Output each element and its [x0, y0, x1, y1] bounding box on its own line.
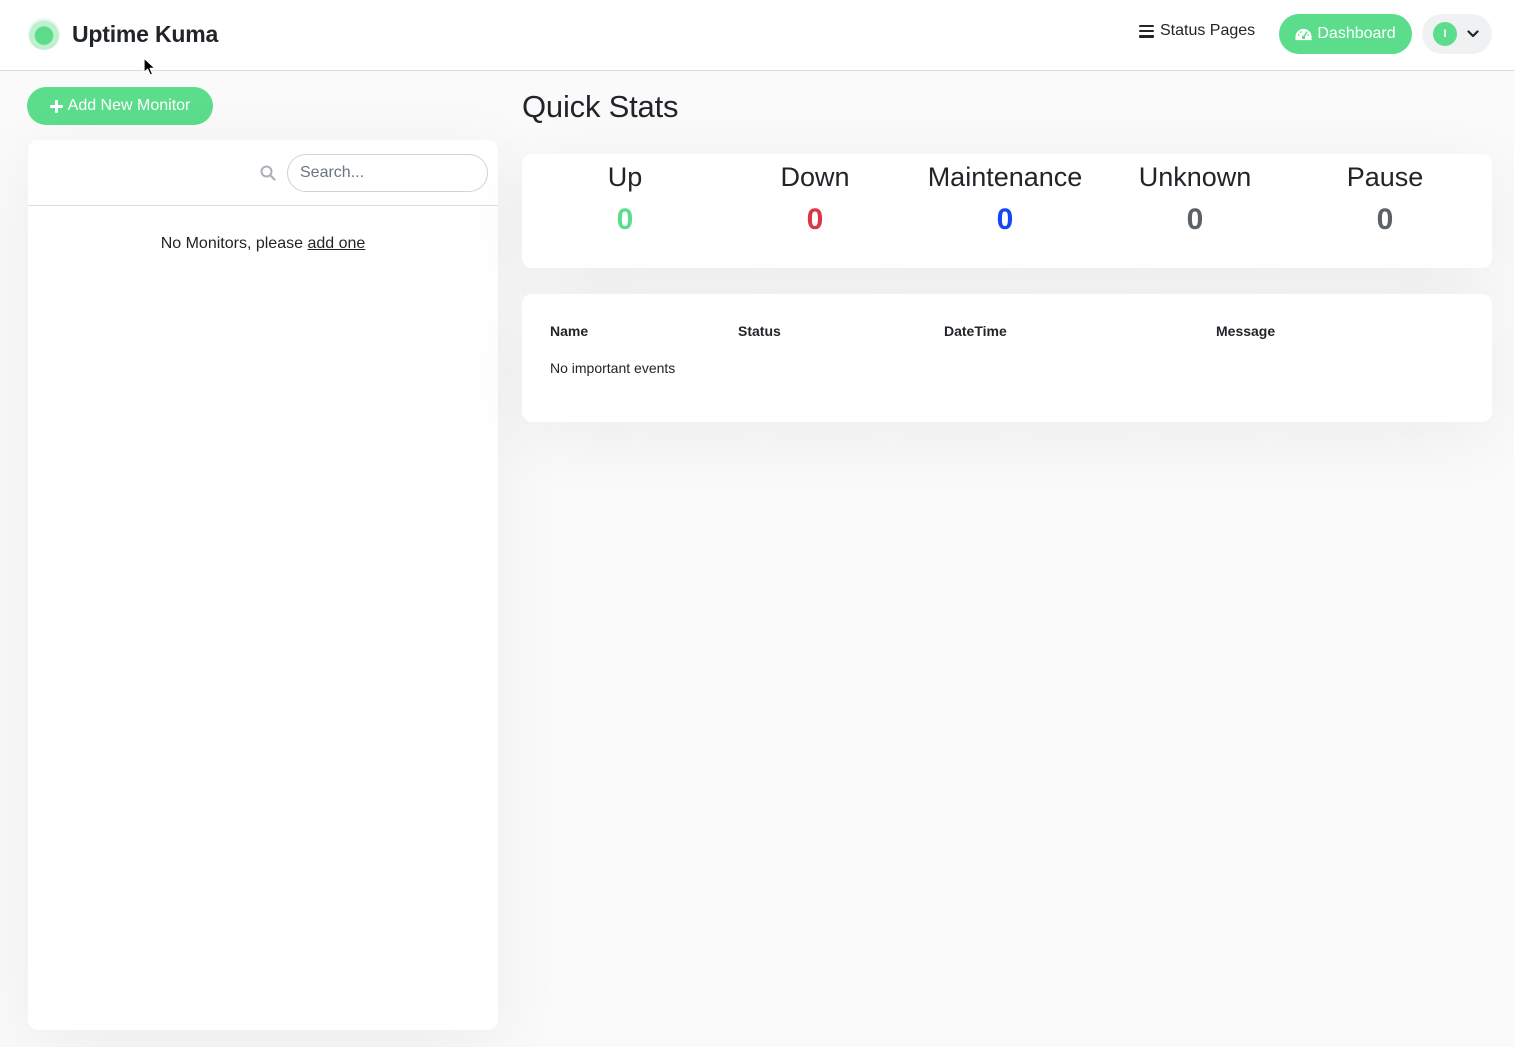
stat-down: Down 0	[720, 154, 910, 237]
monitor-list-panel: No Monitors, please add one	[28, 140, 498, 1030]
column-header-name: Name	[550, 323, 589, 339]
mouse-cursor-icon	[143, 57, 156, 76]
brand-name: Uptime Kuma	[72, 20, 219, 47]
dashboard-button[interactable]: Dashboard	[1279, 14, 1412, 54]
search-bar	[28, 140, 498, 206]
list-icon	[1139, 24, 1154, 38]
chevron-down-icon	[1467, 30, 1479, 38]
brand-link[interactable]: Uptime Kuma	[28, 18, 218, 50]
stat-label: Maintenance	[927, 162, 1083, 192]
stat-up: Up 0	[530, 154, 720, 237]
page-title: Quick Stats	[522, 89, 679, 124]
stat-value: 0	[616, 203, 634, 236]
stat-label: Up	[607, 162, 643, 192]
profile-dropdown[interactable]: I	[1422, 14, 1492, 54]
stat-maintenance: Maintenance 0	[910, 154, 1100, 237]
important-events-table: Name Status DateTime Message No importan…	[522, 294, 1492, 422]
search-input[interactable]	[287, 154, 488, 192]
stat-value: 0	[996, 203, 1014, 236]
stat-pause: Pause 0	[1290, 154, 1480, 237]
status-pages-label: Status Pages	[1160, 22, 1256, 39]
status-pages-link[interactable]: Status Pages	[1139, 22, 1255, 40]
add-new-monitor-label: Add New Monitor	[67, 97, 191, 114]
column-header-status: Status	[738, 323, 781, 339]
no-events-message: No important events	[550, 360, 676, 376]
top-navbar: Uptime Kuma Status Pages Dashboard I	[0, 0, 1514, 71]
avatar: I	[1433, 22, 1457, 46]
empty-monitor-message: No Monitors, please add one	[28, 235, 498, 253]
column-header-datetime: DateTime	[944, 323, 1007, 339]
uptime-kuma-logo-icon	[28, 18, 60, 50]
quick-stats-card: Up 0 Down 0 Maintenance 0 Unknown 0 Paus…	[522, 154, 1492, 268]
stat-label: Down	[780, 162, 850, 192]
stat-label: Pause	[1346, 162, 1424, 192]
stat-value: 0	[1376, 203, 1394, 236]
tachometer-icon	[1295, 28, 1312, 40]
search-icon	[260, 165, 276, 181]
plus-icon	[49, 99, 63, 113]
add-new-monitor-button[interactable]: Add New Monitor	[27, 87, 213, 125]
add-one-link[interactable]: add one	[307, 235, 365, 252]
stat-value: 0	[1186, 203, 1204, 236]
stat-unknown: Unknown 0	[1100, 154, 1290, 237]
dashboard-label: Dashboard	[1317, 25, 1396, 42]
stat-label: Unknown	[1138, 162, 1252, 192]
empty-monitor-text: No Monitors, please	[160, 235, 303, 252]
stat-value: 0	[806, 203, 824, 236]
column-header-message: Message	[1216, 323, 1276, 339]
